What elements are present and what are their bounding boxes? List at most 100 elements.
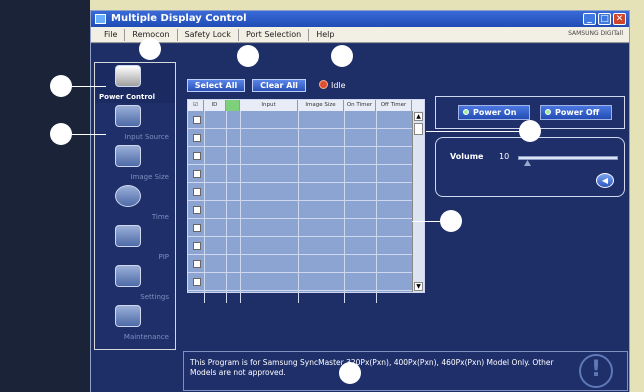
- scroll-up-icon[interactable]: ▲: [414, 112, 423, 121]
- menu-help[interactable]: Help: [309, 29, 341, 41]
- callout-marker: [50, 75, 72, 97]
- maximize-icon[interactable]: □: [598, 13, 611, 25]
- table-row[interactable]: [188, 201, 412, 219]
- row-checkbox[interactable]: [193, 206, 201, 214]
- brand-logo: SAMSUNG DIGITall: [568, 30, 623, 37]
- scroll-down-icon[interactable]: ▼: [414, 282, 423, 291]
- power-off-led-icon: [545, 109, 551, 115]
- sidebar-item-label: Time: [151, 213, 169, 221]
- app-window: Multiple Display Control _ □ ✕ File Remo…: [90, 10, 630, 392]
- callout-marker: [440, 210, 462, 232]
- row-checkbox[interactable]: [193, 170, 201, 178]
- left-background: [0, 0, 90, 392]
- sidebar-item-label: Maintenance: [123, 333, 169, 341]
- volume-value: 10: [499, 152, 510, 161]
- menu-file[interactable]: File: [97, 28, 126, 41]
- pip-icon: [115, 225, 141, 247]
- sidebar-item-label: Input Source: [124, 133, 169, 141]
- app-icon: [95, 14, 106, 24]
- callout-line: [412, 221, 440, 222]
- sidebar-item-label: Settings: [140, 293, 169, 301]
- row-checkbox[interactable]: [193, 134, 201, 142]
- sidebar: Power Control Input Source Image Size Ti…: [94, 62, 176, 350]
- window-title: Multiple Display Control: [111, 13, 247, 24]
- table-row[interactable]: [188, 147, 412, 165]
- menu-bar: File Remocon Safety Lock Port Selection …: [91, 27, 629, 43]
- header-status-icon: [226, 100, 240, 111]
- sidebar-item-time[interactable]: Time: [95, 183, 175, 223]
- table-row[interactable]: [188, 165, 412, 183]
- callout-line: [72, 86, 106, 87]
- table-row[interactable]: [188, 129, 412, 147]
- table-row[interactable]: [188, 183, 412, 201]
- callout-marker: [519, 120, 541, 142]
- header-id: ID: [204, 100, 226, 111]
- image-size-icon: [115, 145, 141, 167]
- sidebar-item-settings[interactable]: Settings: [95, 263, 175, 303]
- row-checkbox[interactable]: [193, 188, 201, 196]
- speaker-icon[interactable]: ◀: [596, 173, 614, 188]
- table-row[interactable]: [188, 255, 412, 273]
- volume-slider[interactable]: [518, 156, 618, 160]
- power-on-led-icon: [463, 109, 469, 115]
- grid-body: [188, 111, 412, 303]
- sidebar-item-label: Power Control: [99, 93, 155, 101]
- sidebar-item-maintenance[interactable]: Maintenance: [95, 303, 175, 343]
- table-row[interactable]: [188, 111, 412, 129]
- header-input: Input: [240, 100, 298, 111]
- callout-marker: [139, 38, 161, 60]
- sidebar-item-power-control[interactable]: Power Control: [95, 63, 175, 103]
- table-row[interactable]: [188, 273, 412, 291]
- row-checkbox[interactable]: [193, 260, 201, 268]
- info-exclamation-icon: !: [579, 354, 613, 388]
- status-text: Idle: [331, 81, 346, 90]
- power-off-button[interactable]: Power Off: [540, 105, 612, 120]
- status-indicator-icon: [319, 80, 328, 89]
- select-all-button[interactable]: Select All: [187, 79, 245, 92]
- power-on-label: Power On: [473, 108, 517, 117]
- table-row[interactable]: [188, 237, 412, 255]
- header-image-size: Image Size: [298, 100, 344, 111]
- power-control-icon: [115, 65, 141, 87]
- menu-port-selection[interactable]: Port Selection: [239, 28, 310, 41]
- sidebar-item-pip[interactable]: PIP: [95, 223, 175, 263]
- info-panel: This Program is for Samsung SyncMaster 3…: [183, 351, 628, 391]
- header-on-timer: On Timer: [344, 100, 376, 111]
- row-checkbox[interactable]: [193, 152, 201, 160]
- callout-line: [72, 134, 106, 135]
- sidebar-item-image-size[interactable]: Image Size: [95, 143, 175, 183]
- row-checkbox[interactable]: [193, 224, 201, 232]
- table-row[interactable]: [188, 219, 412, 237]
- volume-slider-thumb[interactable]: [524, 160, 531, 166]
- info-text: This Program is for Samsung SyncMaster 3…: [190, 358, 554, 377]
- main-content: Power Control Input Source Image Size Ti…: [91, 44, 629, 392]
- close-icon[interactable]: ✕: [613, 13, 626, 25]
- grid-scrollbar[interactable]: ▲ ▼: [412, 111, 424, 292]
- menu-safety-lock[interactable]: Safety Lock: [178, 28, 239, 41]
- grid-header: ☑ ID Input Image Size On Timer Off Timer: [188, 100, 424, 111]
- minimize-icon[interactable]: _: [583, 13, 596, 25]
- sidebar-item-input-source[interactable]: Input Source: [95, 103, 175, 143]
- callout-marker: [237, 45, 259, 67]
- input-source-icon: [115, 105, 141, 127]
- callout-line: [426, 131, 519, 132]
- sidebar-item-label: PIP: [158, 253, 169, 261]
- scroll-thumb[interactable]: [414, 123, 423, 135]
- row-checkbox[interactable]: [193, 116, 201, 124]
- power-on-button[interactable]: Power On: [458, 105, 530, 120]
- volume-panel: Volume 10 ◀: [435, 137, 625, 197]
- window-controls: _ □ ✕: [583, 13, 626, 25]
- sidebar-item-label: Image Size: [130, 173, 169, 181]
- row-checkbox[interactable]: [193, 278, 201, 286]
- header-select-all-checkbox[interactable]: ☑: [188, 100, 204, 111]
- power-off-label: Power Off: [555, 108, 600, 117]
- callout-marker: [331, 45, 353, 67]
- title-bar: Multiple Display Control _ □ ✕: [91, 11, 629, 27]
- time-icon: [115, 185, 141, 207]
- row-checkbox[interactable]: [193, 242, 201, 250]
- callout-marker: [50, 123, 72, 145]
- volume-label: Volume: [450, 152, 484, 161]
- maintenance-icon: [115, 305, 141, 327]
- clear-all-button[interactable]: Clear All: [252, 79, 306, 92]
- header-off-timer: Off Timer: [376, 100, 412, 111]
